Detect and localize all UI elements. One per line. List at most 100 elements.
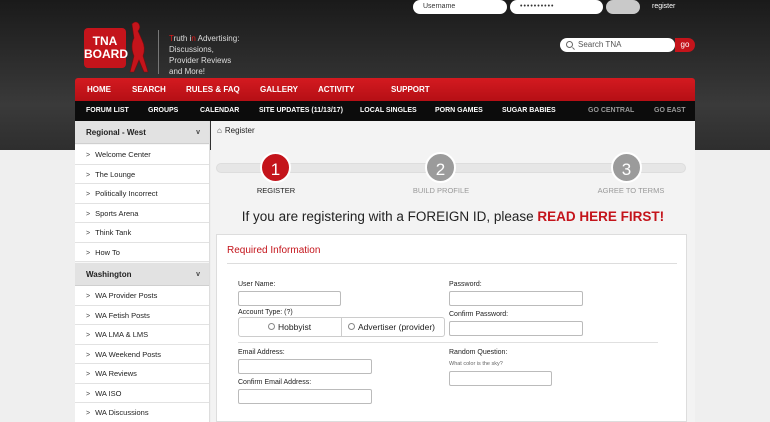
tagline-separator <box>158 30 159 74</box>
tagline-text: A <box>195 34 203 43</box>
radio-divider <box>341 318 342 336</box>
subnav-local-singles[interactable]: LOCAL SINGLES <box>360 101 417 121</box>
nav-rules-faq[interactable]: RULES & FAQ <box>186 78 240 101</box>
main-nav: HOME SEARCH RULES & FAQ GALLERY ACTIVITY… <box>75 78 695 101</box>
sidebar-item-label: WA ISO <box>95 388 122 398</box>
sidebar-item-label: How To <box>95 247 120 257</box>
arrow-icon: > <box>86 210 91 218</box>
subnav-calendar[interactable]: CALENDAR <box>200 101 239 121</box>
sidebar-item[interactable]: > How To <box>75 242 209 262</box>
sidebar: Regional - West v > Welcome Center > The L… <box>75 121 210 422</box>
sidebar-section-title: Regional - West <box>86 128 146 137</box>
sidebar-item[interactable]: > The Lounge <box>75 164 209 184</box>
sidebar-section-header[interactable]: Washington v <box>75 263 209 286</box>
arrow-icon: > <box>86 191 91 198</box>
sidebar-item-label: WA Discussions <box>95 408 149 417</box>
email-field[interactable] <box>238 359 372 374</box>
hobbyist-label[interactable]: Hobbyist <box>278 322 311 332</box>
arrow-icon: > <box>86 293 91 300</box>
nav-support[interactable]: SUPPORT <box>391 78 430 101</box>
subnav-go-central[interactable]: GO CENTRAL <box>588 101 634 121</box>
nav-home[interactable]: HOME <box>87 78 111 101</box>
step-3-circle: 3 <box>611 152 642 183</box>
email-label: Email Address: <box>238 349 285 356</box>
home-icon[interactable]: ⌂ <box>217 126 222 136</box>
password-field[interactable] <box>449 291 583 306</box>
sidebar-item[interactable]: > Politically Incorrect <box>75 184 209 204</box>
step-3-label: AGREE TO TERMS <box>597 186 665 195</box>
nav-activity[interactable]: ACTIVITY <box>318 78 354 101</box>
site-logo[interactable]: TNA BOARD <box>84 20 152 74</box>
form-heading: Required Information <box>227 245 321 256</box>
arrow-icon: > <box>86 152 91 159</box>
sidebar-item-label: WA Reviews <box>95 369 137 378</box>
nav-gallery[interactable]: GALLERY <box>260 78 298 101</box>
arrow-icon: > <box>86 249 91 257</box>
tagline-line: Discussions, <box>169 45 214 54</box>
subnav-groups[interactable]: GROUPS <box>148 101 178 121</box>
search-input[interactable]: Search TNA <box>560 38 675 52</box>
username-label: User Name: <box>238 281 276 288</box>
sidebar-item[interactable]: > WA LMA & LMS <box>75 325 209 345</box>
username-field[interactable] <box>238 291 341 306</box>
sidebar-item[interactable]: > WA Weekend Posts <box>75 344 209 364</box>
confirm-password-field[interactable] <box>449 321 583 336</box>
tagline-text: dvertising: <box>202 34 240 43</box>
random-question-label: Random Question: <box>449 349 508 356</box>
confirm-email-field[interactable] <box>238 389 372 404</box>
search-go-button[interactable]: go <box>675 38 695 52</box>
random-question-text: What color is the sky? <box>449 361 503 367</box>
sidebar-item-label: WA Weekend Posts <box>95 349 161 359</box>
password-label: Password: <box>449 281 482 288</box>
tagline-line: Provider Reviews <box>169 56 232 65</box>
step-2-circle: 2 <box>425 152 456 183</box>
arrow-icon: > <box>86 171 91 179</box>
logo-figure-icon <box>129 21 149 73</box>
account-type-label[interactable]: Account Type: (?) <box>238 308 293 317</box>
sidebar-item-label: The Lounge <box>95 169 136 179</box>
page-container: TNA BOARD Truth in Advertising: Discussi… <box>75 0 695 422</box>
hobbyist-radio[interactable] <box>268 323 275 330</box>
account-type-selector: Hobbyist Advertiser (provider) <box>238 317 445 337</box>
divider <box>227 263 677 264</box>
tagline-text: ruth i <box>173 34 192 43</box>
arrow-icon: > <box>86 371 91 378</box>
confirm-password-label: Confirm Password: <box>449 311 509 318</box>
arrow-icon: > <box>86 312 91 320</box>
step-2-label: BUILD PROFILE <box>412 186 470 195</box>
sidebar-item[interactable]: > WA ISO <box>75 383 209 403</box>
subnav-site-updates[interactable]: SITE UPDATES (11/13/17) <box>259 101 343 121</box>
chevron-down-icon: v <box>196 129 200 136</box>
subnav-sugar-babies[interactable]: SUGAR BABIES <box>502 101 556 121</box>
sub-nav: FORUM LIST GROUPS CALENDAR SITE UPDATES … <box>75 101 695 121</box>
subnav-go-east[interactable]: GO EAST <box>654 101 686 121</box>
subnav-porn-games[interactable]: PORN GAMES <box>435 101 483 121</box>
sidebar-item[interactable]: > WA Fetish Posts <box>75 305 209 325</box>
advertiser-radio[interactable] <box>348 323 355 330</box>
read-here-first-link[interactable]: READ HERE FIRST! <box>537 209 664 224</box>
advertiser-label[interactable]: Advertiser (provider) <box>358 322 435 332</box>
step-1-circle: 1 <box>260 152 291 183</box>
nav-search[interactable]: SEARCH <box>132 78 166 101</box>
sidebar-item[interactable]: > Sports Arena <box>75 203 209 223</box>
logo-box: TNA BOARD <box>84 28 128 68</box>
chevron-down-icon: v <box>196 271 200 278</box>
foreign-id-text: If you are registering with a FOREIGN ID… <box>241 209 538 224</box>
breadcrumb-current: Register <box>224 126 255 135</box>
sidebar-item[interactable]: > Think Tank <box>75 223 209 243</box>
sidebar-item[interactable]: > WA Discussions <box>75 403 209 422</box>
foreign-id-notice: If you are registering with a FOREIGN ID… <box>211 209 695 225</box>
sidebar-item[interactable]: > Welcome Center <box>75 145 209 165</box>
sidebar-item-label: WA Fetish Posts <box>95 310 150 320</box>
sidebar-item-label: Politically Incorrect <box>95 189 158 198</box>
subnav-forum-list[interactable]: FORUM LIST <box>86 101 129 121</box>
sidebar-section-header[interactable]: Regional - West v <box>75 121 209 144</box>
tagline: Truth in Advertising: Discussions, Provi… <box>169 33 259 77</box>
sidebar-item-label: WA Provider Posts <box>95 291 158 300</box>
sidebar-item[interactable]: > WA Provider Posts <box>75 286 209 306</box>
step-1-label: REGISTER <box>256 186 296 195</box>
random-question-field[interactable] <box>449 371 552 386</box>
search-icon <box>566 41 573 48</box>
sidebar-item[interactable]: > WA Reviews <box>75 364 209 384</box>
breadcrumb: ⌂ Register <box>217 126 255 136</box>
